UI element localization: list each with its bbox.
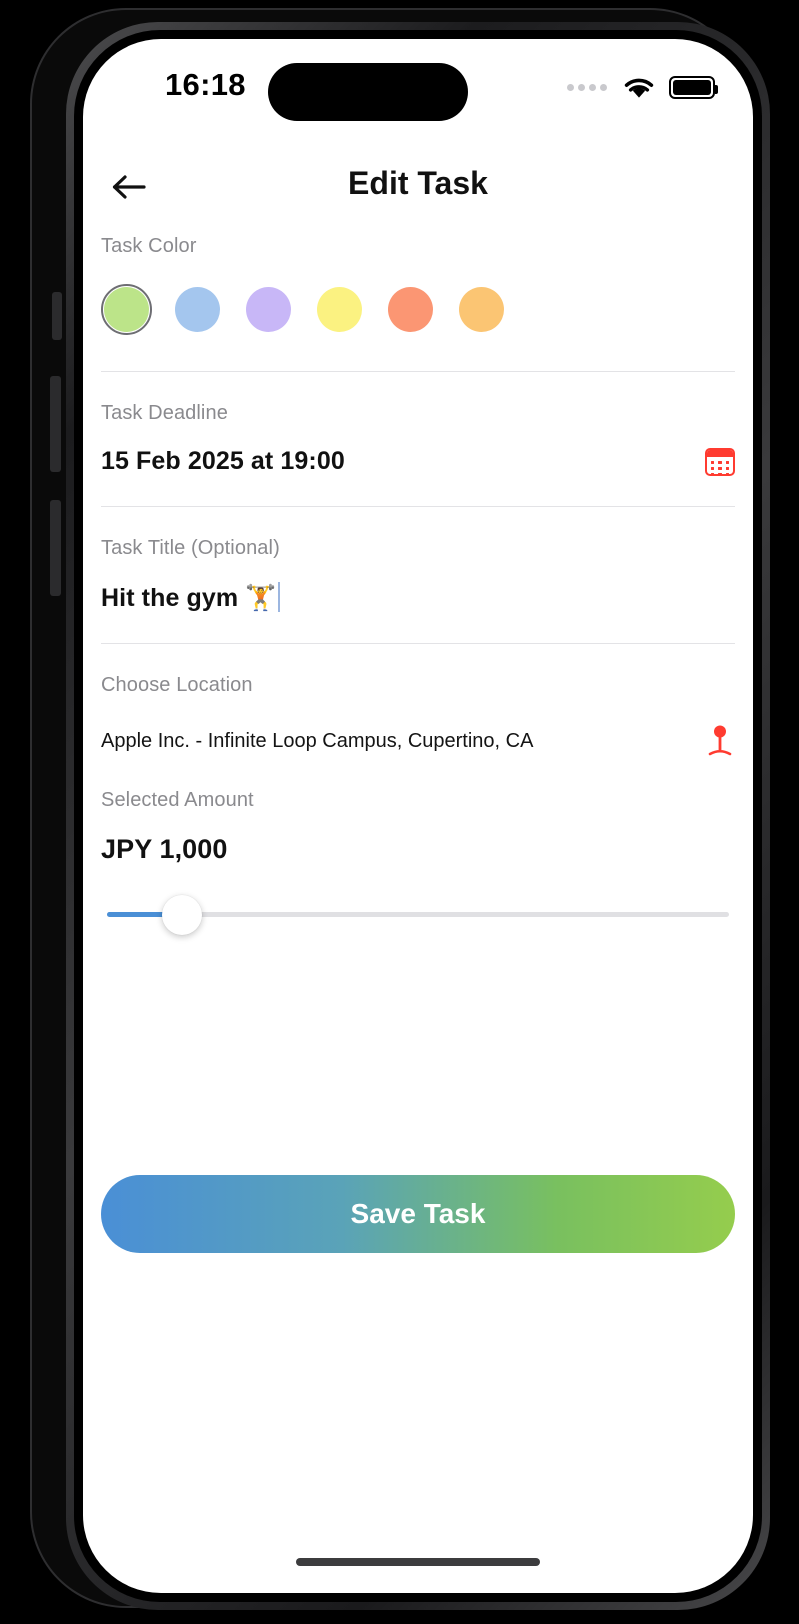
task-deadline-value: 15 Feb 2025 at 19:00 <box>101 447 345 475</box>
phone-frame: 16:18 Edit Task Task Color Task Deadline… <box>30 8 770 1610</box>
amount-label: Selected Amount <box>101 789 254 811</box>
task-color-swatches <box>101 284 735 335</box>
map-pin-icon[interactable] <box>705 723 735 759</box>
amount-slider[interactable] <box>107 895 729 935</box>
task-title-input[interactable]: Hit the gym 🏋️ <box>101 582 735 613</box>
navigation-bar: Edit Task <box>83 147 753 227</box>
screenshot-root: 16:18 Edit Task Task Color Task Deadline… <box>0 0 799 1624</box>
battery-full-icon <box>669 76 718 99</box>
color-swatch-green[interactable] <box>101 284 152 335</box>
home-indicator[interactable] <box>296 1558 540 1566</box>
color-swatch-orange[interactable] <box>456 284 507 335</box>
page-title: Edit Task <box>348 165 488 201</box>
color-swatch-blue[interactable] <box>172 284 223 335</box>
text-cursor <box>277 582 280 612</box>
location-label: Choose Location <box>101 674 253 696</box>
task-color-section: Task Color <box>83 235 753 335</box>
amount-section: Selected Amount JPY 1,000 <box>83 759 753 865</box>
save-task-button[interactable]: Save Task <box>101 1175 735 1253</box>
task-title-label: Task Title (Optional) <box>101 537 280 559</box>
dynamic-island <box>268 63 468 121</box>
volume-up-button[interactable] <box>50 376 61 472</box>
task-deadline-section: Task Deadline 15 Feb 2025 at 19:00 <box>83 372 753 476</box>
edit-task-form: Task Color Task Deadline 15 Feb 2025 at … <box>83 235 753 935</box>
wifi-icon <box>624 78 654 98</box>
task-deadline-row[interactable]: 15 Feb 2025 at 19:00 <box>101 447 735 476</box>
signal-dots-icon <box>567 84 607 91</box>
volume-down-button[interactable] <box>50 500 61 596</box>
location-row[interactable]: Apple Inc. - Infinite Loop Campus, Cuper… <box>101 723 735 759</box>
status-time: 16:18 <box>165 67 246 102</box>
location-section: Choose Location Apple Inc. - Infinite Lo… <box>83 644 753 759</box>
calendar-icon[interactable] <box>705 447 735 476</box>
phone-screen: 16:18 Edit Task Task Color Task Deadline… <box>83 39 753 1593</box>
status-icons <box>567 75 718 100</box>
color-swatch-purple[interactable] <box>243 284 294 335</box>
task-title-value: Hit the gym 🏋️ <box>101 584 277 612</box>
task-title-section: Task Title (Optional) Hit the gym 🏋️ <box>83 507 753 613</box>
color-swatch-yellow[interactable] <box>314 284 365 335</box>
status-bar: 16:18 <box>83 39 753 139</box>
color-swatch-salmon[interactable] <box>385 284 436 335</box>
slider-thumb[interactable] <box>161 895 202 935</box>
location-value: Apple Inc. - Infinite Loop Campus, Cuper… <box>101 729 534 752</box>
amount-value: JPY 1,000 <box>101 834 228 864</box>
task-color-label: Task Color <box>101 235 197 257</box>
mute-switch[interactable] <box>52 292 62 340</box>
task-deadline-label: Task Deadline <box>101 402 228 424</box>
